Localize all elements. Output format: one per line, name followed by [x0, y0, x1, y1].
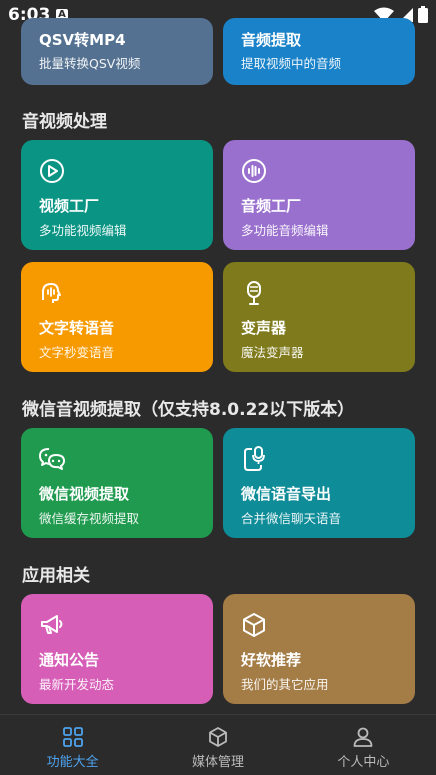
nav-label: 功能大全: [46, 755, 99, 770]
card-title: 好软推荐: [241, 651, 302, 669]
card-title: 音频提取: [241, 31, 302, 49]
card-title: 文字转语音: [39, 319, 115, 337]
card-subtitle: 魔法变声器: [241, 345, 304, 360]
card-subtitle: 提取视频中的音频: [241, 56, 342, 71]
card-subtitle: 批量转换QSV视频: [39, 56, 141, 71]
card-title: 微信视频提取: [39, 485, 130, 503]
recommend-card[interactable]: 好软推荐 我们的其它应用: [223, 594, 415, 704]
nav-tab-profile[interactable]: 个人中心: [291, 715, 436, 775]
speaking-head-icon: [42, 283, 61, 303]
card-subtitle: 多功能视频编辑: [39, 223, 127, 238]
phone-mic-icon: [244, 446, 265, 471]
audio-wave-icon: [242, 159, 266, 183]
microphone-icon: [247, 281, 261, 305]
section-title-app: 应用相关: [22, 566, 90, 586]
card-subtitle: 最新开发动态: [39, 677, 115, 692]
cube-icon: [209, 727, 227, 747]
card-title: 通知公告: [39, 651, 100, 669]
wechat-icon: [39, 448, 65, 470]
wechat-video-extract-card[interactable]: 微信视频提取 微信缓存视频提取: [21, 428, 213, 538]
nav-tab-media[interactable]: 媒体管理: [145, 715, 290, 775]
grid-icon: [62, 727, 83, 747]
card-title: 视频工厂: [39, 197, 100, 215]
card-subtitle: 文字秒变语音: [39, 345, 115, 360]
section-title-av-processing: 音视频处理: [22, 112, 107, 132]
nav-label: 个人中心: [337, 755, 390, 770]
qsv-to-mp4-card[interactable]: QSV转MP4 批量转换QSV视频: [21, 18, 213, 85]
cube-icon: [243, 613, 265, 637]
voice-changer-card[interactable]: 变声器 魔法变声器: [223, 262, 415, 372]
card-subtitle: 我们的其它应用: [241, 677, 329, 692]
card-title: QSV转MP4: [39, 31, 126, 49]
wechat-voice-export-card[interactable]: 微信语音导出 合并微信聊天语音: [223, 428, 415, 538]
person-icon: [353, 727, 373, 747]
play-circle-icon: [40, 159, 64, 183]
card-title: 音频工厂: [241, 197, 302, 215]
section-title-wechat: 微信音视频提取（仅支持8.0.22以下版本）: [22, 400, 355, 420]
card-title: 变声器: [241, 319, 287, 337]
card-subtitle: 多功能音频编辑: [241, 223, 329, 238]
card-subtitle: 微信缓存视频提取: [39, 511, 140, 526]
battery-icon: [418, 6, 428, 23]
text-to-speech-card[interactable]: 文字转语音 文字秒变语音: [21, 262, 213, 372]
bottom-nav: 功能大全 媒体管理 个人中心: [0, 714, 436, 775]
nav-label: 媒体管理: [191, 755, 244, 770]
card-subtitle: 合并微信聊天语音: [241, 511, 342, 526]
megaphone-icon: [41, 615, 63, 634]
audio-factory-card[interactable]: 音频工厂 多功能音频编辑: [223, 140, 415, 250]
card-title: 微信语音导出: [241, 485, 332, 503]
nav-tab-features[interactable]: 功能大全: [0, 715, 145, 775]
audio-extract-card[interactable]: 音频提取 提取视频中的音频: [223, 18, 415, 85]
video-factory-card[interactable]: 视频工厂 多功能视频编辑: [21, 140, 213, 250]
notice-card[interactable]: 通知公告 最新开发动态: [21, 594, 213, 704]
